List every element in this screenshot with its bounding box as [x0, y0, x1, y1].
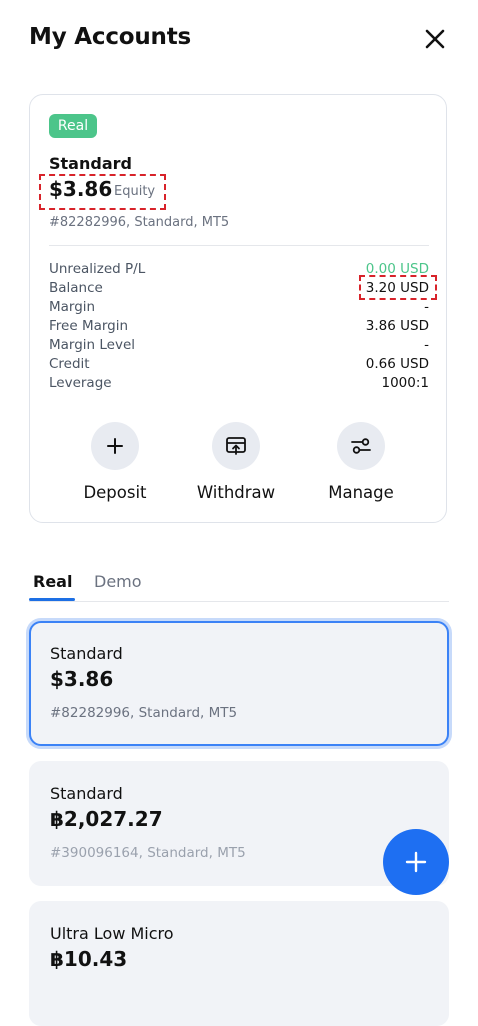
page-title: My Accounts: [29, 24, 191, 50]
active-tab-indicator: [29, 598, 75, 601]
stat-row-free-margin: Free Margin 3.86 USD: [49, 318, 429, 337]
tab-demo[interactable]: Demo: [94, 572, 142, 591]
stat-row-margin: Margin -: [49, 299, 429, 318]
withdraw-button[interactable]: Withdraw: [176, 422, 296, 502]
withdraw-icon-circle: [212, 422, 260, 470]
withdraw-icon: [226, 437, 246, 455]
stat-row-credit: Credit 0.66 USD: [49, 356, 429, 375]
account-summary-card: Real Standard $3.86 Equity #82282996, St…: [29, 94, 447, 523]
account-type-tabs: Real Demo: [29, 563, 449, 602]
account-list-desc: #82282996, Standard, MT5: [50, 705, 238, 721]
divider: [49, 245, 429, 246]
stat-value: -: [424, 337, 429, 353]
stat-label: Free Margin: [49, 318, 129, 334]
stat-value: 0.66 USD: [365, 356, 429, 372]
stat-value: -: [424, 299, 429, 315]
stat-label: Margin Level: [49, 337, 136, 353]
account-description: #82282996, Standard, MT5: [49, 215, 230, 230]
stat-row-margin-level: Margin Level -: [49, 337, 429, 356]
deposit-button[interactable]: Deposit: [55, 422, 175, 502]
account-list-balance: ฿10.43: [50, 947, 128, 971]
account-type-badge: Real: [49, 114, 97, 138]
account-list-desc: #390096164, Standard, MT5: [50, 845, 246, 861]
account-list-balance: $3.86: [50, 667, 114, 691]
close-button[interactable]: [420, 24, 450, 54]
plus-icon: [107, 438, 123, 454]
stat-label: Credit: [49, 356, 90, 372]
withdraw-label: Withdraw: [196, 483, 276, 502]
stat-label: Unrealized P/L: [49, 261, 146, 277]
close-icon: [425, 29, 445, 49]
deposit-icon-circle: [91, 422, 139, 470]
account-list-name: Ultra Low Micro: [50, 924, 174, 943]
manage-icon-circle: [337, 422, 385, 470]
account-name: Standard: [49, 154, 132, 173]
stat-label: Leverage: [49, 375, 112, 391]
tab-real[interactable]: Real: [33, 572, 72, 591]
account-list-name: Standard: [50, 644, 123, 663]
add-account-button[interactable]: [383, 829, 449, 895]
header: My Accounts: [0, 0, 478, 80]
account-list-balance: ฿2,027.27: [50, 807, 163, 831]
equity-value: $3.86: [49, 177, 113, 201]
settings-sliders-icon: [351, 438, 371, 454]
stat-value: 1000:1: [381, 375, 430, 391]
plus-icon: [405, 851, 427, 873]
manage-button[interactable]: Manage: [301, 422, 421, 502]
manage-label: Manage: [328, 483, 394, 502]
account-list-item[interactable]: Standard $3.86 #82282996, Standard, MT5: [29, 621, 449, 746]
stat-value: 3.86 USD: [365, 318, 429, 334]
stat-row-leverage: Leverage 1000:1: [49, 375, 429, 394]
stat-label: Margin: [49, 299, 96, 315]
account-list-name: Standard: [50, 784, 123, 803]
equity-label: Equity: [114, 184, 156, 199]
deposit-label: Deposit: [83, 483, 147, 502]
stat-label: Balance: [49, 280, 103, 296]
balance-highlight-box: [359, 275, 437, 300]
